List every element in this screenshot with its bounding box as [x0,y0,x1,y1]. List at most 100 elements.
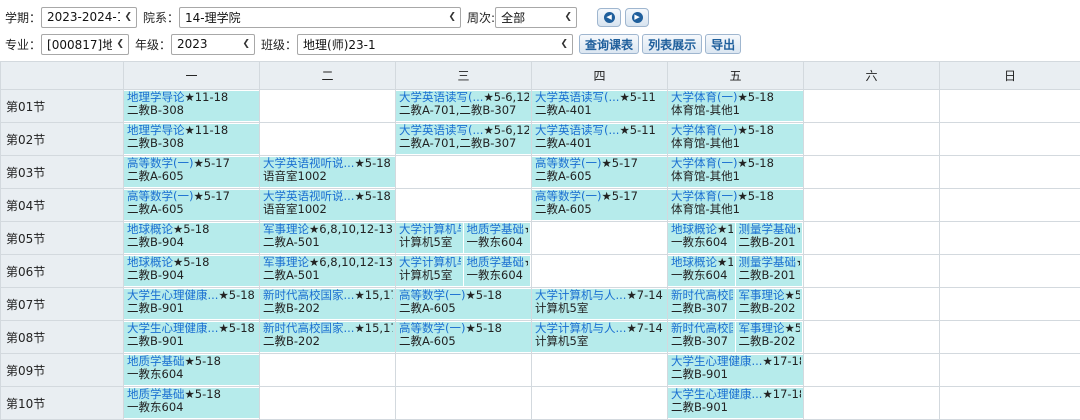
course-block[interactable]: 地理学导论★11-18二教B-308 [124,91,259,121]
timetable-cell[interactable]: 大学体育(一)★5-18体育馆-其他1 [668,156,804,189]
course-name-link[interactable]: 高等数学(一) [399,322,465,335]
next-week-button[interactable]: ▶ [625,8,649,27]
course-name-link[interactable]: 高等数学(一) [399,289,465,302]
course-name-link[interactable]: 大学计算机与人... [399,223,461,236]
course-block[interactable]: 地球概论★1一教东604 [668,256,735,286]
course-block[interactable]: 测量学基础★二教B-201 [736,223,803,253]
course-name-link[interactable]: 地理学导论 [127,91,185,104]
course-block[interactable]: 大学生心理健康...★5-18二教B-901 [124,289,259,319]
prev-week-button[interactable]: ◀ [597,8,621,27]
course-block[interactable]: 新时代高校国家...二教B-307 [668,289,735,319]
timetable-cell[interactable]: 大学生心理健康...★5-18二教B-901 [124,288,260,321]
course-block[interactable]: 测量学基础★二教B-201 [736,256,803,286]
course-block[interactable]: 高等数学(一)★5-17二教A-605 [124,157,259,187]
timetable-cell[interactable]: 地球概论★1一教东604测量学基础★二教B-201 [668,255,804,288]
course-block[interactable]: 大学体育(一)★5-18体育馆-其他1 [668,190,803,220]
course-block[interactable]: 军事理论★5二教B-202 [736,289,803,319]
list-view-button[interactable]: 列表展示 [642,34,702,54]
course-block[interactable]: 新时代高校国家...★15,17二教B-202 [260,289,395,319]
timetable-cell[interactable]: 大学计算机与人...计算机5室地质学基础★一教东604 [396,255,532,288]
major-select[interactable]: [000817]地理科学 ❮ [41,34,129,55]
timetable-cell[interactable]: 大学英语读写(...★5-11二教A-401 [532,123,668,156]
course-block[interactable]: 大学生心理健康...★17-18二教B-901 [668,388,803,418]
timetable-cell[interactable]: 军事理论★6,8,10,12-13二教A-501 [260,222,396,255]
timetable-cell[interactable]: 大学英语视听说...★5-18语音室1002 [260,189,396,222]
course-name-link[interactable]: 大学英语视听说... [263,157,354,170]
timetable-cell[interactable]: 大学英语读写(...★5-6,12-二教A-701,二教B-307 [396,90,532,123]
timetable-cell[interactable]: 高等数学(一)★5-18二教A-605 [396,288,532,321]
course-name-link[interactable]: 大学体育(一) [671,91,737,104]
course-name-link[interactable]: 测量学基础 [739,256,797,269]
course-name-link[interactable]: 新时代高校国家... [263,289,354,302]
course-block[interactable]: 高等数学(一)★5-17二教A-605 [532,157,667,187]
course-name-link[interactable]: 军事理论 [739,289,785,302]
course-block[interactable]: 地球概论★5-18二教B-904 [124,256,259,286]
course-block[interactable]: 地质学基础★一教东604 [464,256,531,286]
week-select[interactable]: 全部 ❮ [495,7,577,28]
course-name-link[interactable]: 地球概论 [127,256,173,269]
course-name-link[interactable]: 大学英语读写(... [535,124,619,137]
timetable-cell[interactable]: 军事理论★6,8,10,12-13二教A-501 [260,255,396,288]
course-block[interactable]: 高等数学(一)★5-18二教A-605 [396,322,531,352]
course-name-link[interactable]: 高等数学(一) [535,190,601,203]
course-block[interactable]: 高等数学(一)★5-18二教A-605 [396,289,531,319]
timetable-cell[interactable]: 高等数学(一)★5-18二教A-605 [396,321,532,354]
course-block[interactable]: 新时代高校国家...★15,17二教B-202 [260,322,395,352]
course-block[interactable]: 新时代高校国家...二教B-307 [668,322,735,352]
course-name-link[interactable]: 地质学基础 [127,388,185,401]
export-button[interactable]: 导出 [705,34,741,54]
course-name-link[interactable]: 大学计算机与人... [399,256,461,269]
class-select[interactable]: 地理(师)23-1 ❮ [297,34,573,55]
course-name-link[interactable]: 地球概论 [671,256,717,269]
course-name-link[interactable]: 地球概论 [671,223,717,236]
course-block[interactable]: 大学体育(一)★5-18体育馆-其他1 [668,91,803,121]
course-block[interactable]: 大学英语读写(...★5-6,12-二教A-701,二教B-307 [396,124,531,154]
course-name-link[interactable]: 地质学基础 [467,223,525,236]
course-name-link[interactable]: 大学体育(一) [671,190,737,203]
course-block[interactable]: 地质学基础★5-18一教东604 [124,388,259,418]
timetable-cell[interactable]: 地质学基础★5-18一教东604 [124,387,260,420]
timetable-cell[interactable]: 地理学导论★11-18二教B-308 [124,123,260,156]
course-name-link[interactable]: 高等数学(一) [127,190,193,203]
term-select[interactable]: 2023-2024-1 ❮ [41,7,137,28]
course-name-link[interactable]: 大学生心理健康... [671,388,762,401]
course-block[interactable]: 地理学导论★11-18二教B-308 [124,124,259,154]
course-block[interactable]: 地球概论★1一教东604 [668,223,735,253]
course-block[interactable]: 大学体育(一)★5-18体育馆-其他1 [668,124,803,154]
course-name-link[interactable]: 新时代高校国家... [263,322,354,335]
course-name-link[interactable]: 地理学导论 [127,124,185,137]
course-block[interactable]: 高等数学(一)★5-17二教A-605 [532,190,667,220]
timetable-cell[interactable]: 大学计算机与人...★7-14计算机5室 [532,288,668,321]
course-block[interactable]: 大学计算机与人...★7-14计算机5室 [532,322,667,352]
dept-select[interactable]: 14-理学院 ❮ [179,7,461,28]
timetable-cell[interactable]: 高等数学(一)★5-17二教A-605 [124,189,260,222]
course-name-link[interactable]: 地质学基础 [127,355,185,368]
course-block[interactable]: 大学计算机与人...★7-14计算机5室 [532,289,667,319]
course-name-link[interactable]: 大学英语读写(... [399,124,483,137]
timetable-cell[interactable]: 大学英语读写(...★5-6,12-二教A-701,二教B-307 [396,123,532,156]
course-name-link[interactable]: 高等数学(一) [127,157,193,170]
course-name-link[interactable]: 大学体育(一) [671,124,737,137]
course-name-link[interactable]: 大学生心理健康... [127,289,218,302]
course-name-link[interactable]: 军事理论 [739,322,785,335]
course-block[interactable]: 大学计算机与人...计算机5室 [396,223,463,253]
course-name-link[interactable]: 大学生心理健康... [127,322,218,335]
timetable-cell[interactable]: 新时代高校国家...二教B-307军事理论★5二教B-202 [668,288,804,321]
timetable-cell[interactable]: 地球概论★1一教东604测量学基础★二教B-201 [668,222,804,255]
timetable-cell[interactable]: 新时代高校国家...二教B-307军事理论★5二教B-202 [668,321,804,354]
course-name-link[interactable]: 大学英语读写(... [535,91,619,104]
course-block[interactable]: 军事理论★5二教B-202 [736,322,803,352]
timetable-cell[interactable]: 大学体育(一)★5-18体育馆-其他1 [668,90,804,123]
course-name-link[interactable]: 大学体育(一) [671,157,737,170]
course-block[interactable]: 大学计算机与人...计算机5室 [396,256,463,286]
course-block[interactable]: 地质学基础★一教东604 [464,223,531,253]
timetable-cell[interactable]: 大学英语视听说...★5-18语音室1002 [260,156,396,189]
course-name-link[interactable]: 新时代高校国家... [671,322,733,335]
timetable-cell[interactable]: 高等数学(一)★5-17二教A-605 [124,156,260,189]
timetable-cell[interactable]: 地理学导论★11-18二教B-308 [124,90,260,123]
course-block[interactable]: 军事理论★6,8,10,12-13二教A-501 [260,223,395,253]
course-block[interactable]: 地质学基础★5-18一教东604 [124,355,259,385]
course-name-link[interactable]: 地质学基础 [467,256,525,269]
course-name-link[interactable]: 大学英语视听说... [263,190,354,203]
course-block[interactable]: 大学英语读写(...★5-11二教A-401 [532,91,667,121]
